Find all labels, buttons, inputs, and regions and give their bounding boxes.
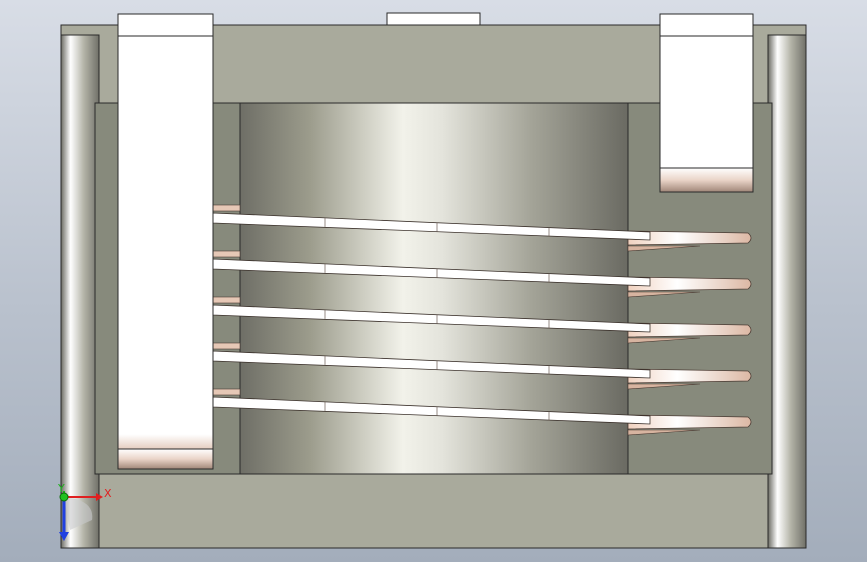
right-cylinder [767,34,807,549]
coil-turn-stub [212,250,241,258]
coil-turn-stub [212,204,241,212]
coil-turn-stub [212,388,241,396]
y-axis-label: Y [57,482,65,495]
right-post-top [659,13,754,37]
coil-turn-stub [212,296,241,304]
coil-turn-stub [212,342,241,350]
cad-viewport[interactable]: X Y [0,0,867,562]
left-post-foot [117,448,214,470]
x-axis-label: X [104,487,112,500]
left-post [117,35,214,470]
bottom-plate [60,473,807,549]
cad-model-view[interactable]: X Y [0,0,867,562]
right-post-foot [659,167,754,193]
left-cylinder [60,34,100,549]
top-nub [386,12,481,26]
left-post-top [117,13,214,37]
